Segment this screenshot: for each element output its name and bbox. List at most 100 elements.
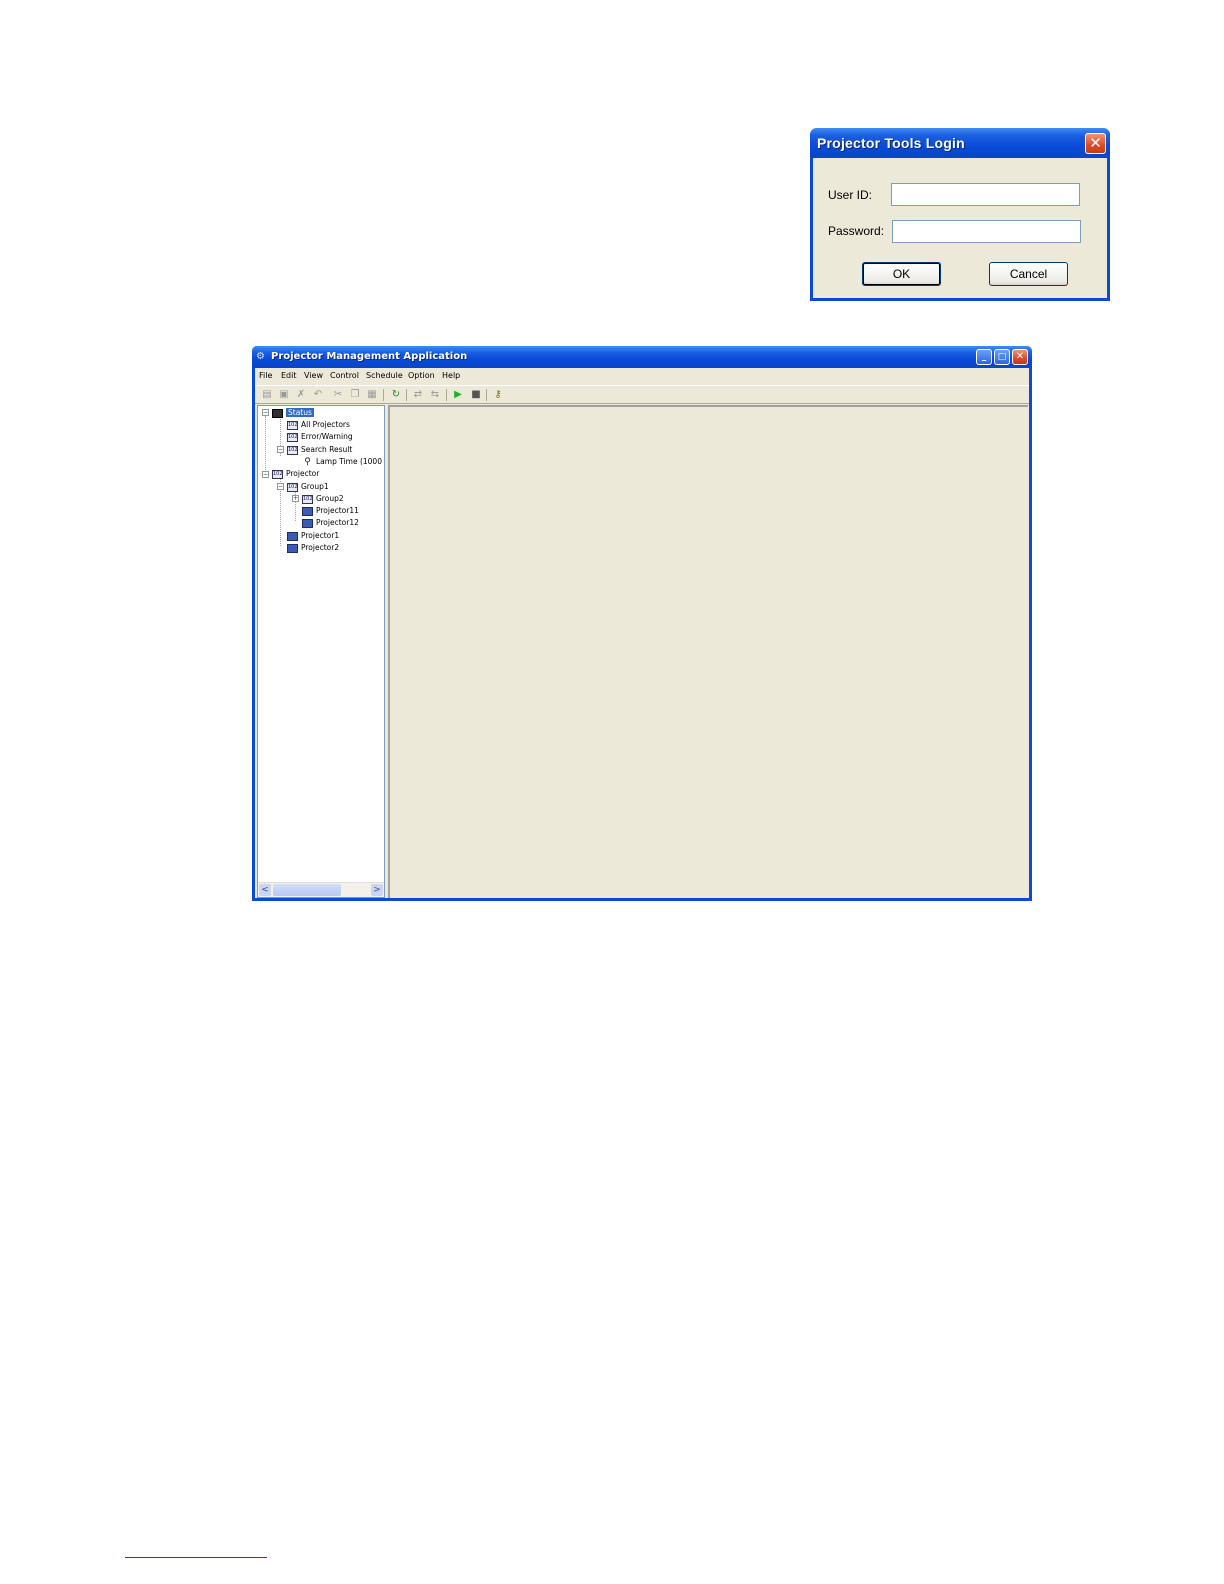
tree-item-label: Projector1	[301, 531, 340, 540]
ok-button[interactable]: OK	[862, 262, 941, 286]
tree-item-label: Group1	[301, 482, 329, 491]
new-group-icon[interactable]: ▤	[260, 388, 274, 401]
login-dialog-title: Projector Tools Login	[817, 135, 965, 151]
projector-icon	[287, 531, 298, 541]
menu-schedule[interactable]: Schedule	[366, 371, 403, 380]
app-close-button[interactable]: ✕	[1012, 349, 1028, 365]
tree-item-all-projectors[interactable]: 102 All Projectors	[287, 419, 350, 430]
tree-connector	[265, 416, 266, 476]
tree-item-error-warning[interactable]: 102 Error/Warning	[287, 431, 353, 442]
login-dialog: Projector Tools Login ✕ User ID: Passwor…	[810, 128, 1110, 301]
tree-item-label: Projector11	[316, 506, 359, 515]
copy-icon[interactable]: ❐	[348, 388, 362, 401]
new-projector-icon[interactable]: ▣	[277, 388, 291, 401]
tree-item-label: Projector	[286, 469, 320, 478]
scroll-right-button[interactable]: >	[371, 884, 383, 896]
horizontal-scrollbar[interactable]: < >	[258, 882, 384, 897]
scroll-left-button[interactable]: <	[259, 884, 271, 896]
tree-pane: − Status 102 All Projectors 102 Error/Warn…	[257, 405, 385, 898]
login-dialog-titlebar[interactable]: Projector Tools Login ✕	[810, 128, 1110, 158]
stop-icon[interactable]: ■	[469, 388, 483, 401]
login-close-button[interactable]: ✕	[1085, 133, 1106, 154]
list-icon: 102	[302, 494, 313, 504]
cancel-button[interactable]: Cancel	[989, 262, 1068, 286]
minimize-icon: _	[981, 352, 987, 362]
disconnect-icon[interactable]: ⇆	[428, 388, 442, 401]
tree-item-search-result[interactable]: 102 Search Result	[287, 444, 352, 455]
tree-item-projector12[interactable]: Projector12	[302, 517, 359, 528]
list-icon: 102	[287, 482, 298, 492]
login-dialog-body: User ID: Password: OK Cancel	[813, 158, 1107, 298]
projector-icon	[287, 543, 298, 553]
connect-icon[interactable]: ⇄	[411, 388, 425, 401]
tree-item-label: Status	[286, 408, 314, 417]
list-icon: 102	[287, 432, 298, 442]
list-icon: 102	[272, 469, 283, 479]
menu-edit[interactable]: Edit	[281, 371, 297, 380]
footnote-rule	[125, 1557, 267, 1558]
maximize-button[interactable]: □	[994, 349, 1010, 365]
work-area: − Status 102 All Projectors 102 Error/Warn…	[255, 404, 1029, 898]
tree-item-label: Lamp Time (1000 h	[316, 457, 385, 466]
tree-item-label: Projector12	[316, 518, 359, 527]
app-window: ⚙ Projector Management Application _ □ ✕…	[252, 346, 1032, 901]
cut-icon[interactable]: ✂	[331, 388, 345, 401]
toolbar-separator	[486, 389, 487, 401]
toolbar-separator	[446, 389, 447, 401]
close-icon: ✕	[1015, 351, 1025, 362]
toolbar-separator	[383, 389, 384, 401]
menu-bar: File Edit View Control Schedule Option H…	[255, 368, 1029, 385]
tree-item-group1[interactable]: 102 Group1	[287, 481, 329, 492]
chevron-right-icon: >	[373, 885, 381, 895]
menu-help[interactable]: Help	[442, 371, 460, 380]
close-icon: ✕	[1089, 134, 1102, 152]
tree-item-projector2[interactable]: Projector2	[287, 542, 339, 553]
app-title: Projector Management Application	[271, 351, 468, 362]
tree-item-label: Projector2	[301, 543, 340, 552]
password-label: Password:	[828, 224, 885, 238]
toolbar: ▤ ▣ ✗ ↶ ✂ ❐ ▦ ↻ ⇄ ⇆ ▶ ■ ⚷	[255, 385, 1029, 404]
scroll-thumb[interactable]	[273, 884, 341, 896]
tree-item-lamp-time[interactable]: ⚲ Lamp Time (1000 h	[302, 456, 385, 467]
chevron-left-icon: <	[261, 885, 269, 895]
list-icon: 102	[287, 420, 298, 430]
expand-toggle[interactable]: +	[292, 495, 299, 502]
detail-pane	[388, 405, 1028, 898]
menu-control[interactable]: Control	[330, 371, 359, 380]
undo-icon[interactable]: ↶	[311, 388, 325, 401]
status-icon	[272, 408, 283, 418]
tree-item-label: Group2	[316, 494, 344, 503]
tree-item-projector[interactable]: 102 Projector	[272, 468, 319, 479]
collapse-toggle[interactable]: −	[262, 471, 269, 478]
tree-item-projector11[interactable]: Projector11	[302, 505, 359, 516]
app-titlebar[interactable]: ⚙ Projector Management Application _ □ ✕	[252, 346, 1032, 368]
maximize-icon: □	[997, 352, 1007, 362]
binoculars-icon: ⚲	[304, 456, 311, 467]
tree-item-projector1[interactable]: Projector1	[287, 530, 339, 541]
collapse-toggle[interactable]: −	[277, 446, 284, 453]
tree-item-group2[interactable]: 102 Group2	[302, 493, 344, 504]
tree-item-label: Error/Warning	[301, 432, 353, 441]
menu-view[interactable]: View	[304, 371, 323, 380]
refresh-icon[interactable]: ↻	[389, 388, 403, 401]
tree-item-label: Search Result	[301, 445, 353, 454]
projector-icon	[302, 518, 313, 528]
play-icon[interactable]: ▶	[451, 388, 465, 401]
paste-icon[interactable]: ▦	[365, 388, 379, 401]
app-icon: ⚙	[256, 351, 265, 362]
user-id-label: User ID:	[828, 188, 873, 202]
password-input[interactable]	[892, 220, 1081, 243]
menu-file[interactable]: File	[259, 371, 272, 380]
menu-option[interactable]: Option	[408, 371, 435, 380]
delete-icon[interactable]: ✗	[294, 388, 308, 401]
user-id-input[interactable]	[891, 183, 1080, 206]
collapse-toggle[interactable]: −	[277, 483, 284, 490]
toolbar-separator	[406, 389, 407, 401]
list-icon: 102	[287, 445, 298, 455]
projector-icon	[302, 506, 313, 516]
tree-item-label: All Projectors	[301, 420, 350, 429]
collapse-toggle[interactable]: −	[262, 409, 269, 416]
tree-item-status[interactable]: Status	[272, 407, 314, 418]
key-icon[interactable]: ⚷	[491, 388, 505, 401]
minimize-button[interactable]: _	[976, 349, 992, 365]
